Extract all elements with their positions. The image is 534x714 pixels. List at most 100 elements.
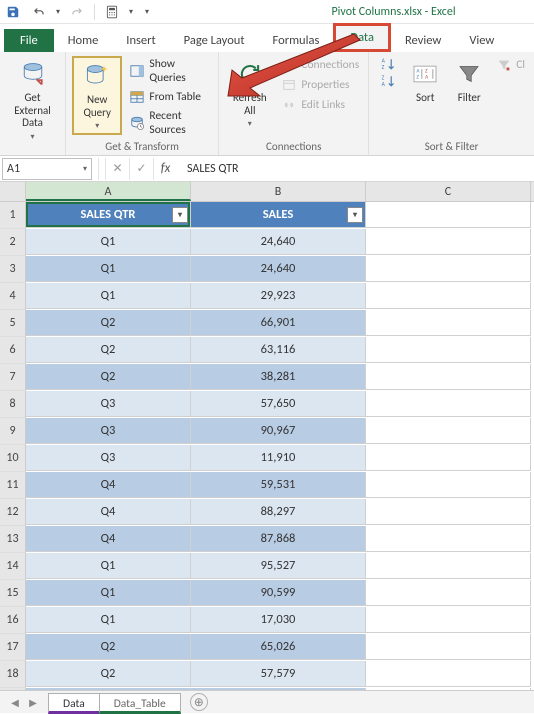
table-cell[interactable]: 38,281	[191, 364, 366, 390]
calc-dropdown[interactable]: ▾	[129, 7, 133, 17]
table-cell[interactable]: Q4	[26, 472, 191, 498]
cell[interactable]	[366, 445, 531, 471]
row-header[interactable]: 1	[0, 202, 26, 229]
formula-input[interactable]	[181, 158, 534, 180]
table-cell[interactable]: Q1	[26, 283, 191, 309]
sheet-tab-data-table[interactable]: Data_Table	[99, 693, 181, 714]
table-cell[interactable]: 87,868	[191, 526, 366, 552]
cell[interactable]	[366, 607, 531, 633]
table-cell[interactable]: Q2	[26, 661, 191, 687]
table-header-cell[interactable]: SALES▾	[191, 202, 366, 228]
cell[interactable]	[366, 283, 531, 309]
table-cell[interactable]: Q2	[26, 337, 191, 363]
cell[interactable]	[366, 202, 531, 228]
table-cell[interactable]: 24,640	[191, 256, 366, 282]
row-header[interactable]: 8	[0, 391, 26, 418]
select-all-corner[interactable]	[0, 182, 26, 201]
table-cell[interactable]: 57,650	[191, 391, 366, 417]
from-table-button[interactable]: From Table	[126, 88, 212, 106]
undo-dropdown[interactable]: ▾	[56, 7, 60, 17]
table-cell[interactable]: Q2	[26, 364, 191, 390]
cell[interactable]	[366, 526, 531, 552]
row-header[interactable]: 9	[0, 418, 26, 445]
undo-icon[interactable]	[30, 3, 48, 21]
redo-icon[interactable]	[68, 3, 86, 21]
table-cell[interactable]: 59,531	[191, 472, 366, 498]
tab-home[interactable]: Home	[54, 29, 113, 52]
name-box[interactable]: A1 ▾	[2, 158, 92, 180]
sheet-tab-data[interactable]: Data	[48, 693, 100, 714]
table-cell[interactable]: Q4	[26, 526, 191, 552]
table-cell[interactable]: Q3	[26, 391, 191, 417]
table-cell[interactable]: Q1	[26, 256, 191, 282]
cell[interactable]	[366, 634, 531, 660]
row-header[interactable]: 10	[0, 445, 26, 472]
tab-review[interactable]: Review	[391, 29, 455, 52]
row-header[interactable]: 14	[0, 553, 26, 580]
save-icon[interactable]	[4, 3, 22, 21]
row-header[interactable]: 13	[0, 526, 26, 553]
table-header-cell[interactable]: SALES QTR▾	[26, 202, 191, 228]
refresh-all-button[interactable]: Refresh All ▾	[225, 56, 274, 131]
table-cell[interactable]: Q3	[26, 445, 191, 471]
sheet-nav-next[interactable]: ▶	[26, 695, 40, 709]
sort-asc-icon[interactable]: AZ	[380, 56, 396, 72]
tab-formulas[interactable]: Formulas	[259, 29, 334, 52]
cell[interactable]	[366, 364, 531, 390]
tab-file[interactable]: File	[4, 29, 54, 52]
sort-button[interactable]: AZZA Sort	[405, 56, 445, 107]
new-query-button[interactable]: New Query ▾	[72, 56, 122, 135]
row-header[interactable]: 11	[0, 472, 26, 499]
cell[interactable]	[366, 337, 531, 363]
fx-button[interactable]: fx	[153, 158, 177, 180]
column-header-A[interactable]: A	[26, 182, 191, 201]
cell[interactable]	[366, 310, 531, 336]
table-cell[interactable]: 63,116	[191, 337, 366, 363]
tab-insert[interactable]: Insert	[112, 29, 169, 52]
show-queries-button[interactable]: Show Queries	[126, 56, 212, 86]
cell[interactable]	[366, 553, 531, 579]
column-header-B[interactable]: B	[191, 182, 366, 201]
column-header-C[interactable]: C	[366, 182, 531, 201]
row-header[interactable]: 16	[0, 607, 26, 634]
filter-dropdown-icon[interactable]: ▾	[172, 207, 188, 223]
connections-button[interactable]: Connections	[278, 56, 362, 74]
row-header[interactable]: 4	[0, 283, 26, 310]
sort-desc-icon[interactable]: ZA	[380, 73, 396, 89]
tab-page-layout[interactable]: Page Layout	[170, 29, 259, 52]
table-cell[interactable]: 11,910	[191, 445, 366, 471]
row-header[interactable]: 17	[0, 634, 26, 661]
get-external-data-button[interactable]: Get External Data ▾	[6, 56, 59, 144]
cell[interactable]	[366, 256, 531, 282]
cell[interactable]	[366, 580, 531, 606]
row-header[interactable]: 6	[0, 337, 26, 364]
cell[interactable]	[366, 418, 531, 444]
filter-dropdown-icon[interactable]: ▾	[347, 207, 363, 223]
table-cell[interactable]: Q4	[26, 499, 191, 525]
table-cell[interactable]: 90,599	[191, 580, 366, 606]
table-cell[interactable]: Q1	[26, 580, 191, 606]
cell[interactable]	[366, 472, 531, 498]
table-cell[interactable]: Q1	[26, 607, 191, 633]
table-cell[interactable]: 17,030	[191, 607, 366, 633]
calculator-icon[interactable]	[103, 3, 121, 21]
row-header[interactable]: 18	[0, 661, 26, 688]
filter-button[interactable]: Filter	[449, 56, 489, 107]
table-cell[interactable]: 88,297	[191, 499, 366, 525]
cell[interactable]	[366, 391, 531, 417]
cancel-formula-icon[interactable]: ✕	[105, 158, 129, 180]
cell[interactable]	[366, 499, 531, 525]
table-cell[interactable]: 29,923	[191, 283, 366, 309]
row-header[interactable]: 3	[0, 256, 26, 283]
sheet-nav-prev[interactable]: ◀	[8, 695, 22, 709]
cell[interactable]	[366, 229, 531, 255]
qat-customize[interactable]: ▾	[145, 7, 149, 17]
table-cell[interactable]: 24,640	[191, 229, 366, 255]
row-header[interactable]: 12	[0, 499, 26, 526]
table-cell[interactable]: Q1	[26, 553, 191, 579]
cell[interactable]	[366, 661, 531, 687]
table-cell[interactable]: Q2	[26, 310, 191, 336]
recent-sources-button[interactable]: Recent Sources	[126, 108, 212, 138]
table-cell[interactable]: 65,026	[191, 634, 366, 660]
table-cell[interactable]: Q1	[26, 229, 191, 255]
